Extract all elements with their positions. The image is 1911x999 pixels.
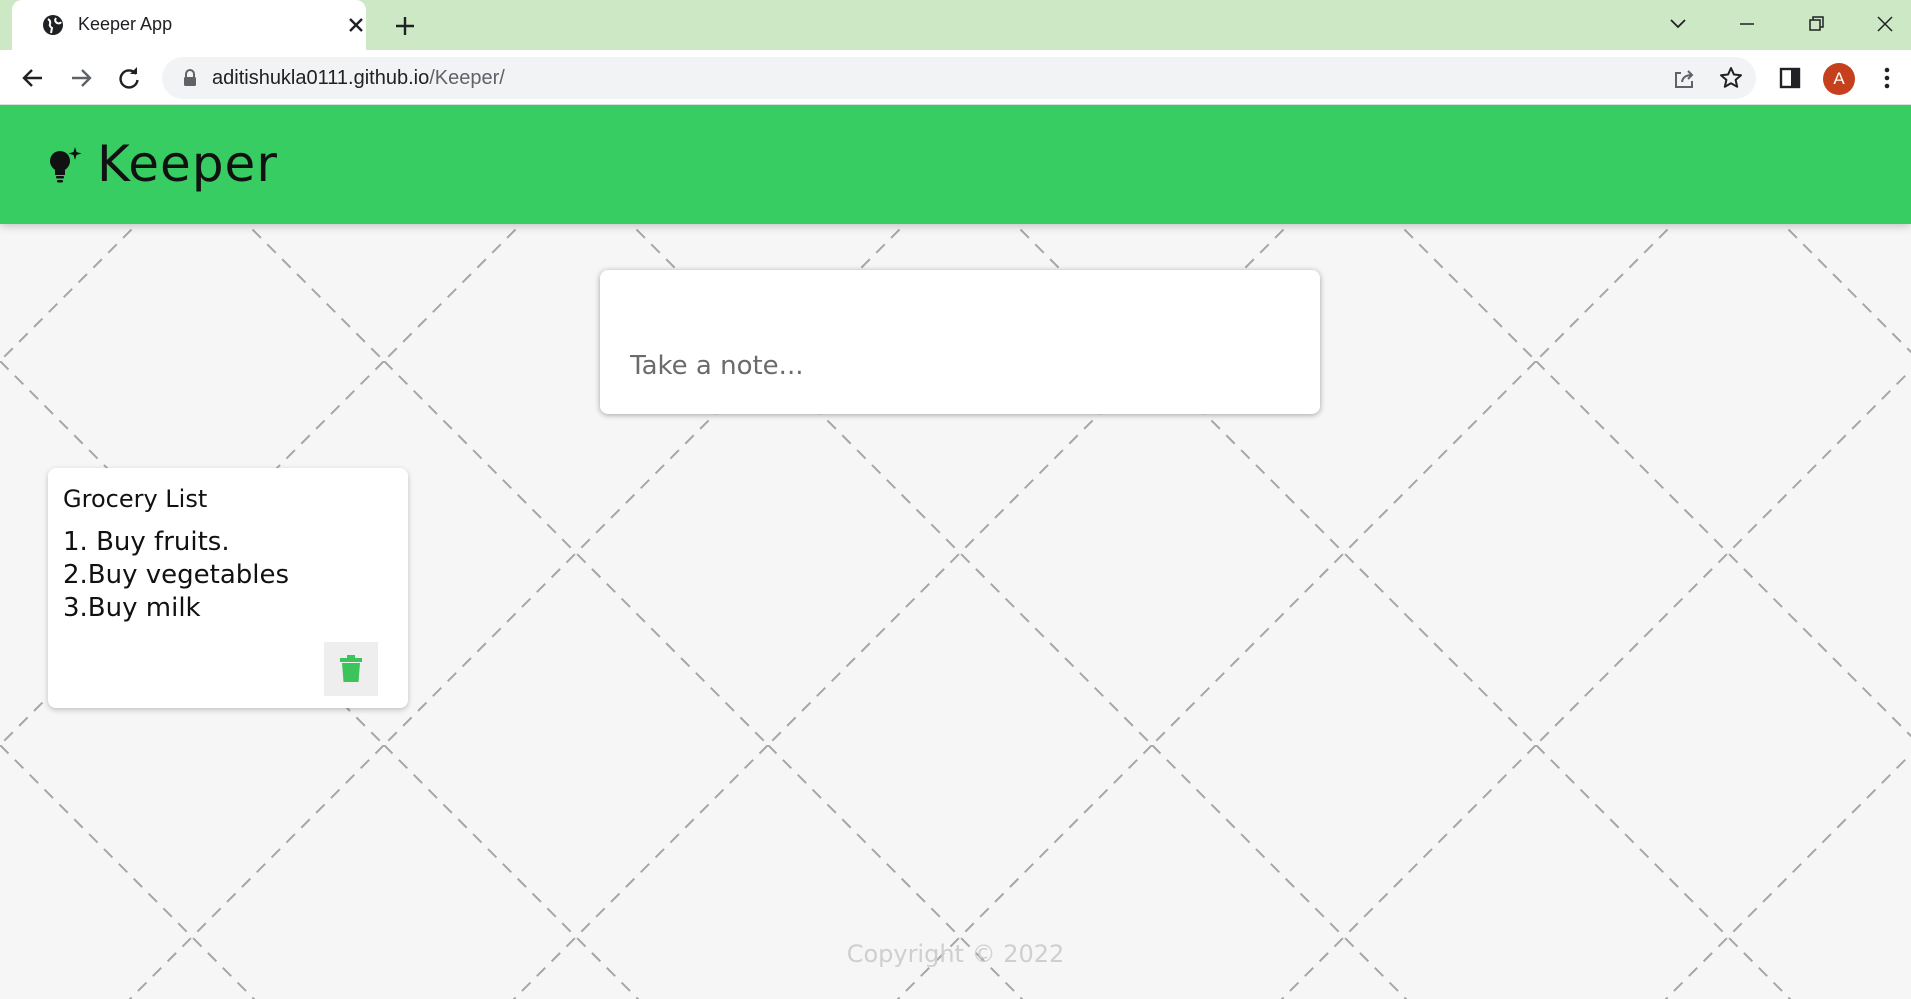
forward-arrow-icon[interactable] [67, 64, 95, 92]
globe-icon [43, 15, 63, 35]
close-icon[interactable] [346, 15, 366, 35]
reload-icon[interactable] [115, 64, 143, 92]
trash-icon [340, 655, 362, 682]
chevron-down-icon[interactable] [1665, 11, 1691, 37]
url-path: /Keeper/ [429, 67, 505, 89]
browser-toolbar: aditishukla0111.github.io/Keeper/ A [0, 51, 1911, 105]
tab-title: Keeper App [78, 14, 173, 34]
note-line: 1. Buy fruits. [63, 527, 230, 557]
star-icon[interactable] [1717, 64, 1745, 92]
url-host: aditishukla0111.github.io [212, 67, 430, 89]
url-text: aditishukla0111.github.io/Keeper/ [212, 67, 505, 90]
plus-icon[interactable] [393, 14, 417, 38]
browser-tab[interactable]: Keeper App [12, 0, 366, 51]
create-note-form [600, 270, 1320, 414]
page-content: Keeper Grocery List 1. Buy fruits. 2.Buy… [0, 105, 1911, 999]
note-content: 1. Buy fruits. 2.Buy vegetables 3.Buy mi… [63, 526, 289, 625]
note-line: 3.Buy milk [63, 593, 201, 623]
app-header: Keeper [0, 105, 1911, 224]
side-panel-icon[interactable] [1776, 64, 1804, 92]
restore-icon[interactable] [1803, 11, 1829, 37]
note-input[interactable] [628, 348, 1292, 384]
note-title: Grocery List [63, 485, 208, 513]
copyright-text: Copyright © 2022 [846, 940, 1065, 968]
window-close-icon[interactable] [1872, 11, 1898, 37]
lock-icon[interactable] [180, 68, 200, 88]
footer: Copyright © 2022 [0, 940, 1911, 968]
delete-note-button[interactable] [324, 642, 378, 696]
note-card: Grocery List 1. Buy fruits. 2.Buy vegeta… [48, 468, 408, 708]
address-bar[interactable]: aditishukla0111.github.io/Keeper/ [162, 57, 1756, 99]
avatar[interactable]: A [1823, 63, 1855, 95]
minimize-icon[interactable] [1734, 11, 1760, 37]
lightbulb-sparkle-icon [50, 147, 82, 183]
share-icon[interactable] [1670, 64, 1698, 92]
kebab-menu-icon[interactable] [1873, 64, 1901, 92]
browser-tab-strip: Keeper App [0, 0, 1911, 51]
back-arrow-icon[interactable] [19, 64, 47, 92]
brand-title: Keeper [97, 135, 278, 193]
note-line: 2.Buy vegetables [63, 560, 290, 590]
